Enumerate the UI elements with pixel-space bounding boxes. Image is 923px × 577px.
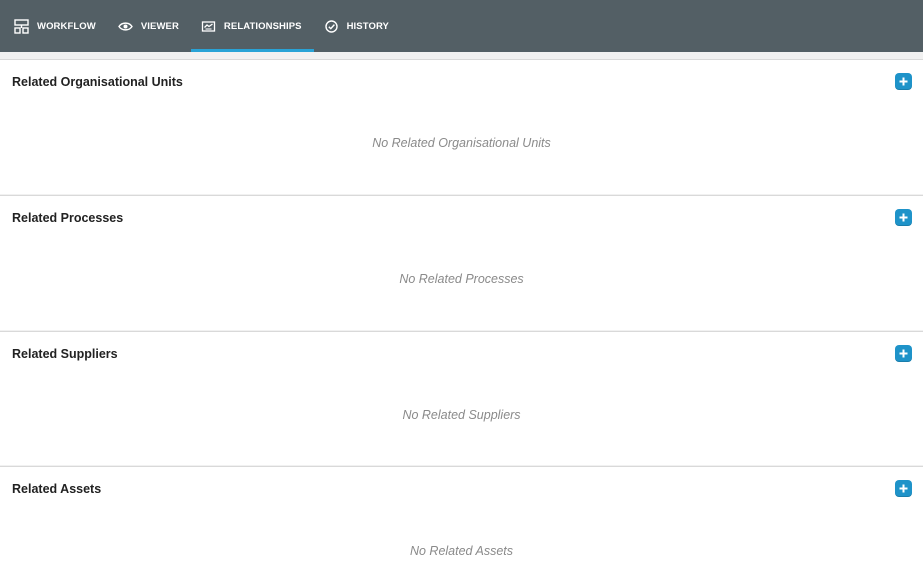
tab-workflow[interactable]: WORKFLOW <box>4 0 108 52</box>
empty-message: No Related Processes <box>399 272 524 286</box>
section-related-processes: Related Processes No Related Processes <box>0 195 923 330</box>
tab-label: WORKFLOW <box>37 20 96 32</box>
section-title: Related Organisational Units <box>12 75 183 89</box>
add-organisational-unit-button[interactable] <box>895 73 912 90</box>
tab-label: HISTORY <box>346 20 389 32</box>
relationships-panel: Related Organisational Units No Related … <box>0 52 923 577</box>
tab-label: VIEWER <box>140 20 179 32</box>
section-related-suppliers: Related Suppliers No Related Suppliers <box>0 331 923 465</box>
section-title: Related Processes <box>12 211 124 225</box>
plus-icon <box>899 480 908 498</box>
history-icon <box>324 19 339 34</box>
plus-icon <box>899 73 908 91</box>
section-title: Related Assets <box>12 482 102 496</box>
tab-viewer[interactable]: VIEWER <box>108 0 191 52</box>
add-supplier-button[interactable] <box>895 345 912 362</box>
add-process-button[interactable] <box>895 209 912 226</box>
plus-icon <box>899 209 908 227</box>
empty-message: No Related Assets <box>409 544 514 558</box>
section-related-organisational-units: Related Organisational Units No Related … <box>0 59 923 194</box>
empty-message: No Related Suppliers <box>402 408 521 422</box>
section-related-assets: Related Assets No Related Assets <box>0 466 923 577</box>
top-nav-bar: WORKFLOW VIEWER RELATIONSHIPS HISTORY <box>0 0 923 52</box>
tab-relationships[interactable]: RELATIONSHIPS <box>190 0 314 52</box>
eye-icon <box>118 19 133 34</box>
handshake-icon <box>201 19 216 34</box>
workflow-icon <box>14 18 29 34</box>
add-asset-button[interactable] <box>895 480 912 497</box>
empty-message: No Related Organisational Units <box>372 136 551 150</box>
tab-label: RELATIONSHIPS <box>223 20 302 32</box>
section-title: Related Suppliers <box>12 347 118 361</box>
tab-history[interactable]: HISTORY <box>314 0 401 52</box>
plus-icon <box>899 345 908 363</box>
